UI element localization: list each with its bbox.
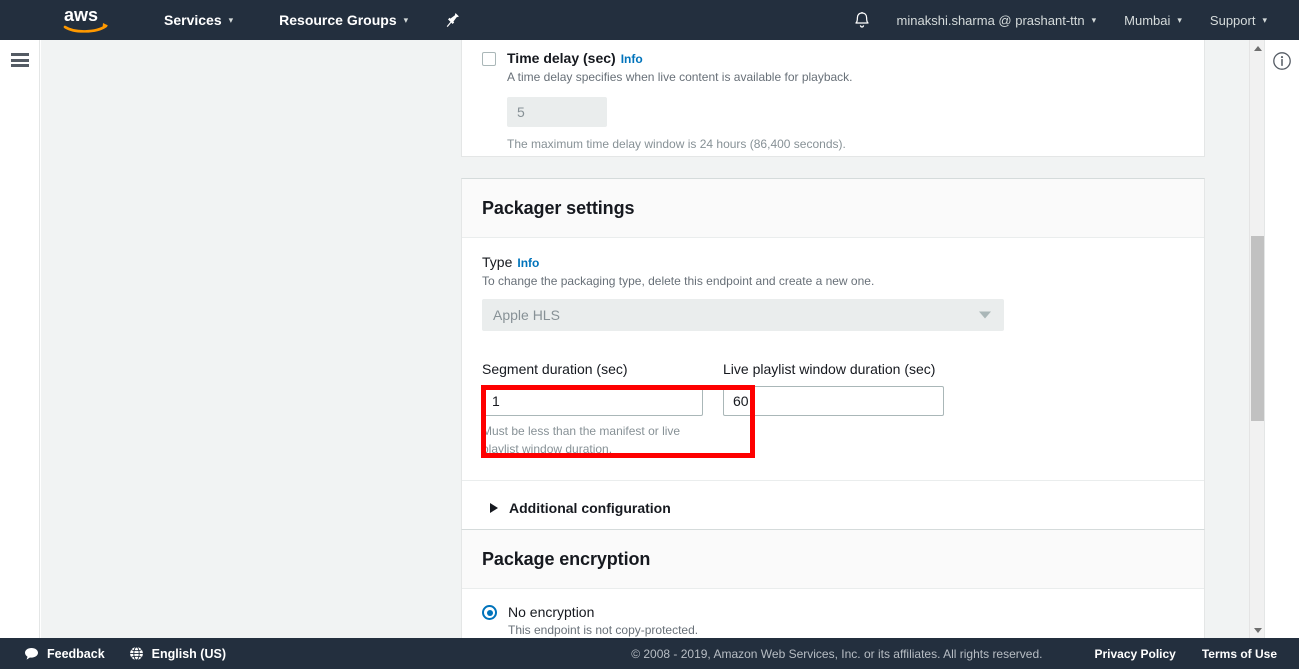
main-content-area: Time delay (sec) Info A time delay speci… [41,40,1249,638]
nav-services[interactable]: Services ▾ [152,0,245,40]
right-rail [1264,40,1299,638]
chevron-down-icon: ▾ [1262,14,1267,25]
language-selector[interactable]: English (US) [129,646,226,661]
time-delay-info-link[interactable]: Info [621,52,643,66]
nav-resource-groups[interactable]: Resource Groups ▾ [267,0,420,40]
footer-right-group: © 2008 - 2019, Amazon Web Services, Inc.… [631,647,1277,661]
time-delay-hint: The maximum time delay window is 24 hour… [507,137,846,152]
playlist-window-input[interactable] [723,386,944,417]
vertical-scrollbar[interactable] [1249,40,1264,638]
globe-icon [129,646,144,661]
packager-settings-header: Packager settings [462,179,1204,238]
scrollbar-up-arrow-icon[interactable] [1250,40,1265,56]
top-navigation-bar: aws Services ▾ Resource Groups ▾ minaksh… [0,0,1299,40]
scrollbar-down-arrow-icon[interactable] [1250,622,1265,638]
nav-region-label: Mumbai [1124,12,1171,28]
nav-resource-groups-label: Resource Groups [279,12,397,28]
packager-settings-card: Packager settings Type Info To change th… [461,178,1205,547]
segment-duration-label: Segment duration (sec) [482,361,628,378]
no-encryption-label: No encryption [508,604,595,620]
segment-duration-group: Segment duration (sec) Must be less than… [482,361,723,458]
time-delay-input [507,97,607,128]
terms-of-use-link[interactable]: Terms of Use [1202,647,1277,661]
svg-text:aws: aws [64,5,98,25]
hamburger-bar [11,64,29,67]
no-encryption-text-group: No encryption This endpoint is not copy-… [508,604,698,638]
feedback-label: Feedback [47,646,105,661]
nav-support-menu[interactable]: Support ▾ [1196,0,1281,40]
footer-bar: Feedback English (US) © 2008 - 2019, Ama… [0,638,1299,669]
type-field-group: Type Info To change the packaging type, … [482,254,1184,332]
feedback-button[interactable]: Feedback [24,647,105,661]
no-encryption-option[interactable]: No encryption This endpoint is not copy-… [482,604,1184,638]
no-encryption-description: This endpoint is not copy-protected. [508,623,699,637]
nav-support-label: Support [1209,12,1256,28]
nav-account-label: minakshi.sharma @ prashant-ttn [896,12,1085,28]
additional-configuration-row: Additional configuration [462,480,1204,535]
type-info-link[interactable]: Info [517,256,539,270]
speech-bubble-icon [24,647,39,661]
left-rail [0,40,40,638]
notifications-bell-icon[interactable] [841,11,883,30]
no-encryption-radio[interactable] [482,605,497,620]
nav-region-menu[interactable]: Mumbai ▾ [1110,0,1196,40]
scrollbar-thumb[interactable] [1251,236,1264,421]
language-label: English (US) [151,646,226,661]
type-label: Type [482,254,513,270]
additional-configuration-expander[interactable]: Additional configuration [490,500,1184,516]
type-label-row: Type Info [482,254,1184,270]
top-navigation-right: minakshi.sharma @ prashant-ttn ▾ Mumbai … [841,0,1281,40]
copyright-text: © 2008 - 2019, Amazon Web Services, Inc.… [631,646,1043,661]
playlist-window-label: Live playlist window duration (sec) [723,361,936,378]
chevron-down-icon: ▾ [228,14,234,25]
time-delay-row: Time delay (sec) Info A time delay speci… [482,50,1184,154]
type-description: To change the packaging type, delete thi… [482,274,875,288]
package-encryption-header: Package encryption [462,530,1204,589]
pin-icon[interactable] [434,12,472,28]
time-delay-label-row: Time delay (sec) Info [507,50,1184,66]
chevron-down-icon: ▾ [403,14,409,25]
chevron-down-icon: ▾ [1177,14,1182,25]
time-delay-checkbox[interactable] [482,52,496,66]
nav-account-menu[interactable]: minakshi.sharma @ prashant-ttn ▾ [883,0,1111,40]
triangle-up-icon [1253,45,1262,51]
type-select-value: Apple HLS [493,307,560,324]
package-encryption-body: No encryption This endpoint is not copy-… [462,589,1204,638]
package-encryption-card: Package encryption No encryption This en… [461,529,1205,638]
packager-settings-title: Packager settings [482,198,635,218]
hamburger-bar [11,53,29,56]
triangle-right-icon [490,503,498,514]
time-delay-card-body: Time delay (sec) Info A time delay speci… [462,40,1204,172]
time-delay-field-group: Time delay (sec) Info A time delay speci… [507,50,1184,154]
type-select[interactable]: Apple HLS [482,299,1004,332]
time-delay-description: A time delay specifies when live content… [507,70,853,84]
time-delay-label: Time delay (sec) [507,50,616,66]
playlist-window-group: Live playlist window duration (sec) [723,361,964,458]
triangle-down-icon [1253,627,1262,633]
aws-logo[interactable]: aws [40,0,132,40]
segment-duration-input[interactable] [482,386,703,417]
packager-settings-body: Type Info To change the packaging type, … [462,238,1204,458]
radio-dot [486,609,493,616]
chevron-down-icon [979,311,991,319]
hamburger-menu-icon[interactable] [11,53,29,67]
privacy-policy-link[interactable]: Privacy Policy [1094,647,1175,661]
additional-configuration-label: Additional configuration [509,500,671,517]
hamburger-bar [11,58,29,62]
footer-left-group: Feedback English (US) [24,646,250,661]
time-delay-card: Time delay (sec) Info A time delay speci… [461,40,1205,157]
duration-fields-row: Segment duration (sec) Must be less than… [482,361,1184,458]
nav-services-label: Services [164,12,222,28]
package-encryption-title: Package encryption [482,549,651,569]
segment-duration-hint: Must be less than the manifest or live p… [482,424,681,456]
chevron-down-icon: ▾ [1091,14,1097,25]
info-circle-icon[interactable] [1272,51,1292,71]
